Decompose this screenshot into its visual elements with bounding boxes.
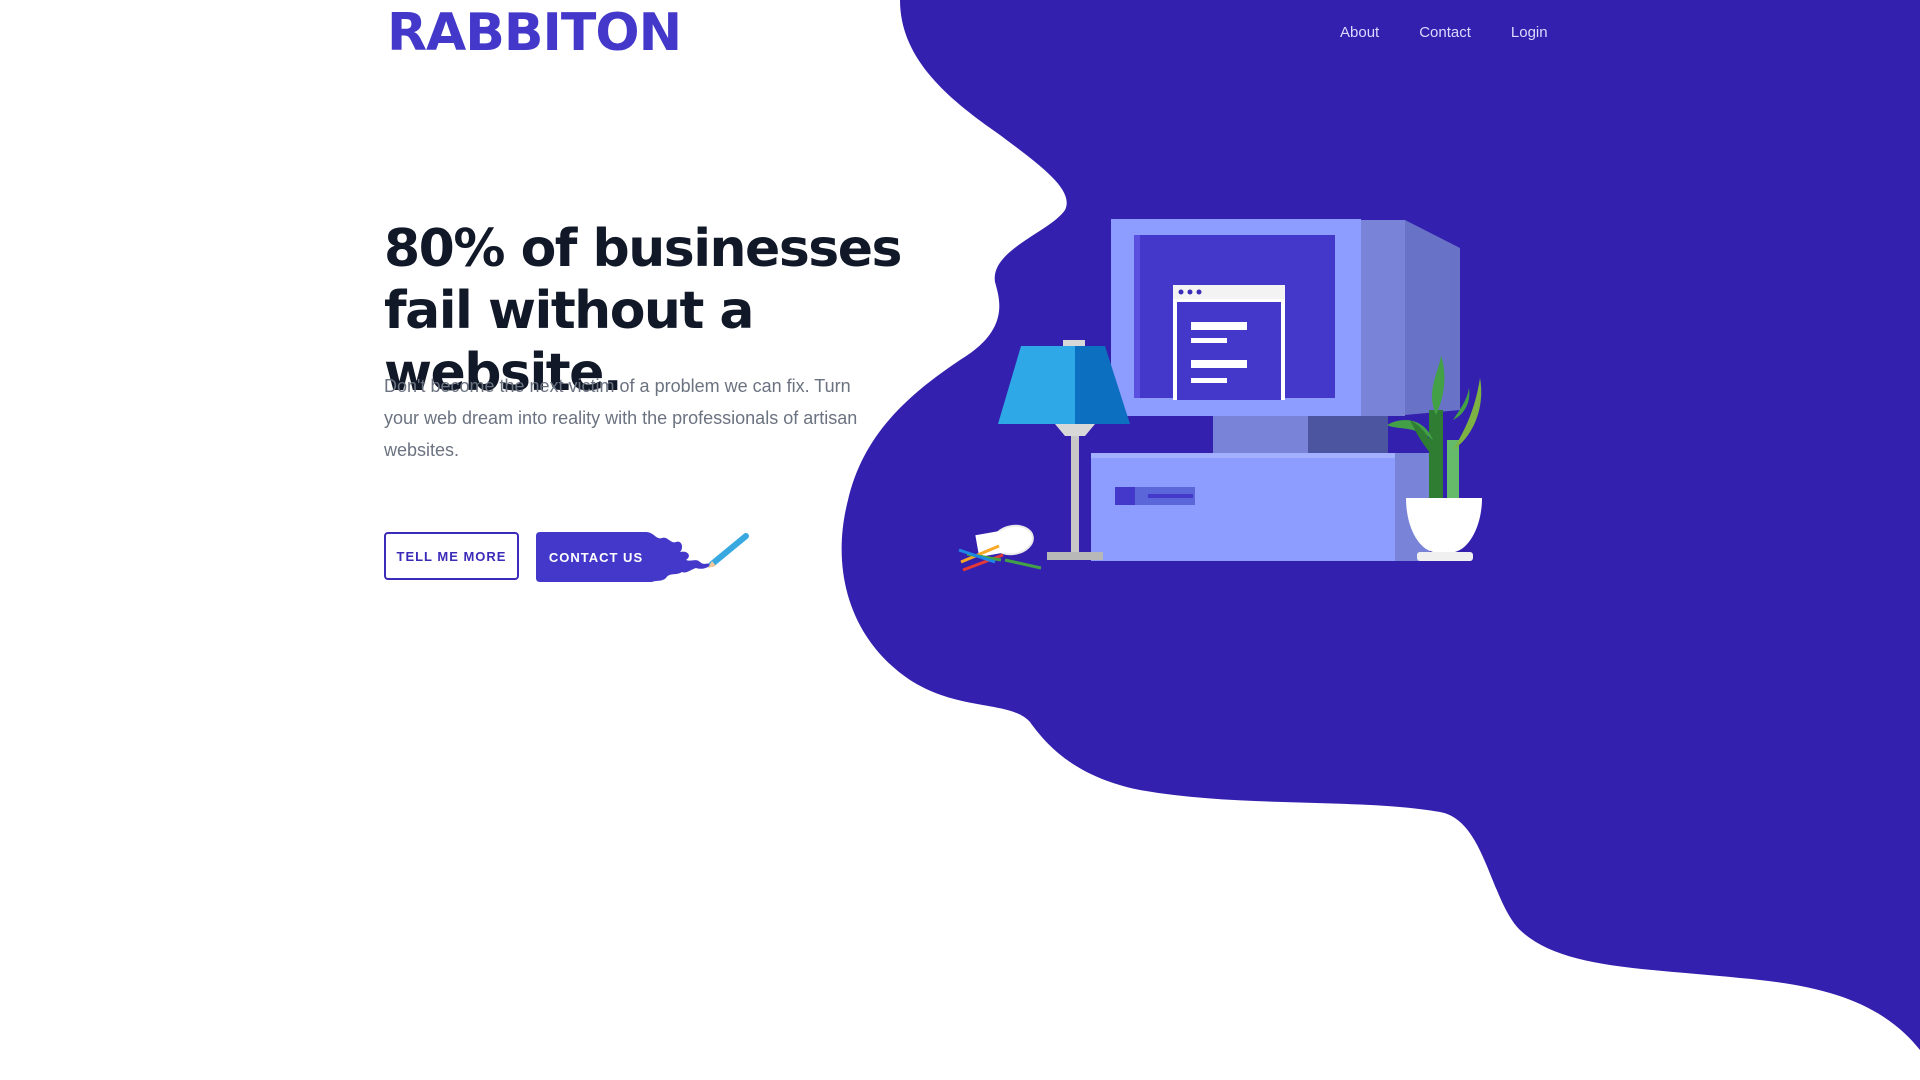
brand-logo[interactable]: RABBITON xyxy=(387,4,682,62)
hero-headline-line1: 80% of businesses xyxy=(384,219,902,279)
pencil-icon xyxy=(708,533,749,568)
contact-us-button-wrap: CONTACT US xyxy=(536,528,756,588)
tell-me-more-button[interactable]: TELL ME MORE xyxy=(384,532,519,580)
top-nav: About Contact Login xyxy=(1320,22,1568,44)
pencil-cup-icon xyxy=(958,524,1042,572)
hero-illustration xyxy=(958,219,1482,572)
nav-link-about[interactable]: About xyxy=(1320,22,1399,44)
hero-subtext: Don't become the next victim of a proble… xyxy=(384,376,858,460)
desktop-computer-icon xyxy=(1091,219,1460,561)
contact-us-button[interactable]: CONTACT US xyxy=(536,532,656,582)
nav-link-login[interactable]: Login xyxy=(1491,22,1568,44)
nav-link-contact[interactable]: Contact xyxy=(1399,22,1491,44)
landing-page: RABBITON About Contact Login 80% of busi… xyxy=(0,0,1920,1080)
